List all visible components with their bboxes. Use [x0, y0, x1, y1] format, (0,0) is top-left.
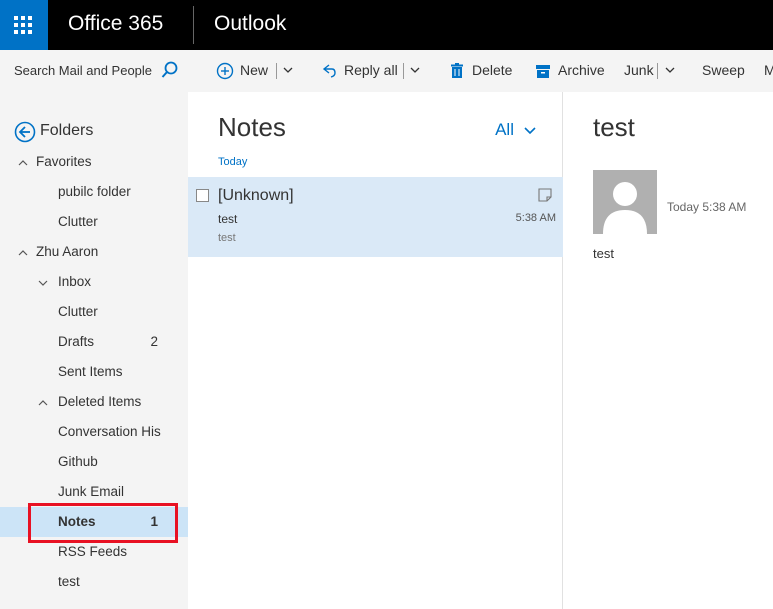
reply-all-icon[interactable]	[320, 62, 338, 80]
reading-time: Today 5:38 AM	[667, 200, 747, 214]
message-time: 5:38 AM	[515, 212, 556, 224]
message-list: Notes All Today [Unknown] test 5:38 AM t…	[188, 92, 563, 609]
trash-icon[interactable]	[448, 62, 466, 80]
new-button[interactable]: New	[240, 62, 268, 78]
nav-item-inbox[interactable]: Inbox	[0, 267, 188, 297]
chevron-up-icon[interactable]	[18, 248, 28, 258]
highlight-box	[28, 503, 178, 543]
nav-item-label: Github	[58, 454, 98, 469]
nav-item-label: Clutter	[58, 304, 98, 319]
delete-button[interactable]: Delete	[472, 62, 512, 78]
nav-item-label: test	[58, 574, 80, 589]
message-item[interactable]: [Unknown] test 5:38 AM test	[188, 177, 563, 257]
plus-icon[interactable]	[216, 62, 234, 80]
separator	[657, 63, 658, 79]
nav-item-label: Drafts	[58, 334, 95, 349]
chevron-down-icon[interactable]	[409, 64, 421, 76]
nav-item-label: pubilc folder	[58, 184, 131, 199]
chevron-up-icon[interactable]	[38, 398, 48, 408]
nav-item-conversation-history[interactable]: Conversation His	[0, 417, 188, 447]
search-input[interactable]: Search Mail and People	[0, 50, 188, 92]
nav-item-test[interactable]: test	[0, 567, 188, 597]
header-divider	[193, 6, 194, 44]
person-icon	[603, 182, 647, 234]
chevron-up-icon[interactable]	[18, 158, 28, 168]
search-icon[interactable]	[160, 60, 180, 80]
filter-dropdown[interactable]: All	[495, 120, 514, 140]
reading-body: test	[593, 246, 614, 261]
message-preview: test	[218, 232, 236, 244]
message-subject: test	[218, 212, 238, 226]
message-checkbox[interactable]	[196, 189, 209, 202]
chevron-down-icon[interactable]	[664, 64, 676, 76]
nav-item-favorites[interactable]: Favorites	[0, 147, 188, 177]
archive-button[interactable]: Archive	[558, 62, 605, 78]
nav-item-label: Conversation His	[58, 424, 161, 439]
nav-item-clutter[interactable]: Clutter	[0, 207, 188, 237]
nav-item-clutter[interactable]: Clutter	[0, 297, 188, 327]
nav-item-github[interactable]: Github	[0, 447, 188, 477]
unread-count: 2	[150, 334, 158, 349]
nav-item-label: Zhu Aaron	[36, 244, 99, 259]
chevron-down-icon[interactable]	[524, 124, 536, 136]
app-title[interactable]: Outlook	[214, 12, 286, 36]
nav-item-deleted-items[interactable]: Deleted Items	[0, 387, 188, 417]
brand-title[interactable]: Office 365	[68, 12, 163, 36]
nav-item-drafts[interactable]: Drafts 2	[0, 327, 188, 357]
reading-pane: test Today 5:38 AM test	[563, 92, 773, 609]
nav-item-public-folder[interactable]: pubilc folder	[0, 177, 188, 207]
message-sender: [Unknown]	[218, 187, 294, 204]
nav-item-account[interactable]: Zhu Aaron	[0, 237, 188, 267]
top-bar: Office 365 Outlook	[0, 0, 773, 50]
chevron-down-icon[interactable]	[282, 64, 294, 76]
app-launcher-icon[interactable]	[0, 0, 48, 50]
separator	[276, 63, 277, 79]
sweep-button[interactable]: Sweep	[702, 62, 745, 78]
junk-button[interactable]: Junk	[624, 62, 654, 78]
nav-item-label: Junk Email	[58, 484, 125, 499]
nav-item-label: Sent Items	[58, 364, 123, 379]
archive-icon[interactable]	[534, 62, 552, 80]
nav-item-label: Deleted Items	[58, 394, 142, 409]
nav-item-label: Inbox	[58, 274, 92, 289]
chevron-down-icon[interactable]	[38, 278, 48, 288]
nav-item-label: Clutter	[58, 214, 98, 229]
nav-item-label: Favorites	[36, 154, 92, 169]
reading-subject: test	[593, 112, 635, 142]
reply-all-button[interactable]: Reply all	[344, 62, 398, 78]
nav-item-sent-items[interactable]: Sent Items	[0, 357, 188, 387]
folders-heading[interactable]: Folders	[40, 122, 93, 140]
note-icon	[538, 188, 552, 202]
more-button[interactable]: M	[764, 62, 773, 78]
command-bar: New Reply all Delete Archive Junk Sweep …	[188, 50, 773, 92]
back-arrow-icon[interactable]	[14, 121, 36, 143]
list-title: Notes	[218, 112, 286, 142]
nav-item-label: RSS Feeds	[58, 544, 128, 559]
group-header: Today	[218, 156, 248, 168]
avatar[interactable]	[593, 170, 657, 234]
search-placeholder: Search Mail and People	[14, 63, 153, 78]
separator	[403, 63, 404, 79]
